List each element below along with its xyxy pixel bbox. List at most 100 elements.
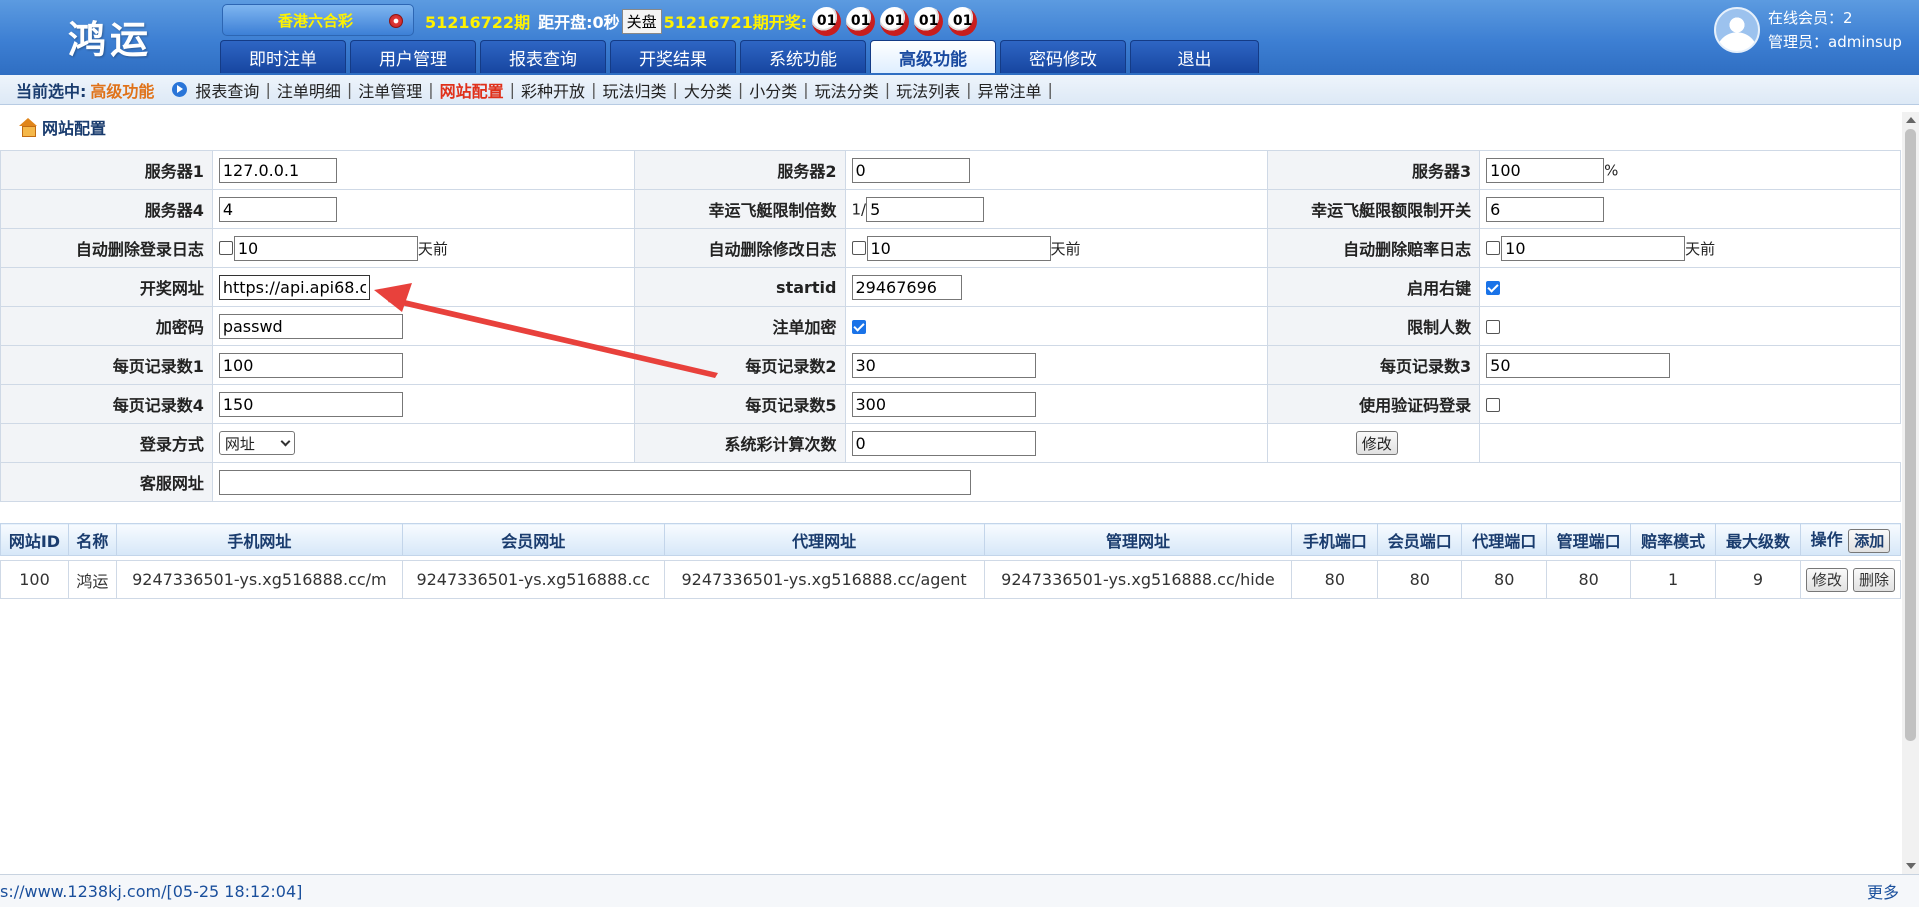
closed-button[interactable]: 关盘 <box>621 8 662 34</box>
nav-draw-results[interactable]: 开奖结果 <box>610 40 736 73</box>
per-page4-input[interactable] <box>218 391 403 417</box>
per-page1-input[interactable] <box>218 352 403 378</box>
del-login-label: 自动删除登录日志 <box>0 228 213 268</box>
per-page3-input[interactable] <box>1486 352 1671 378</box>
per-page5-input[interactable] <box>851 391 1036 417</box>
del-modify-input[interactable] <box>866 235 1051 261</box>
pass-label: 加密码 <box>0 306 213 346</box>
pass-input[interactable] <box>218 313 403 339</box>
server4-label: 服务器4 <box>0 189 213 229</box>
more-link[interactable]: 更多 <box>1867 879 1899 903</box>
del-modify-label: 自动删除修改日志 <box>633 228 846 268</box>
add-site-button[interactable]: 添加 <box>1848 528 1891 553</box>
nav-live-bets[interactable]: 即时注单 <box>220 40 346 73</box>
service-url-input[interactable] <box>218 469 971 495</box>
delete-site-button[interactable]: 删除 <box>1853 567 1896 592</box>
del-modify-checkbox[interactable] <box>851 241 866 255</box>
edit-site-button[interactable]: 修改 <box>1805 567 1848 592</box>
draw-url-label: 开奖网址 <box>0 267 213 307</box>
login-mode-select[interactable]: 网址 <box>218 431 295 455</box>
current-selection-label: 当前选中: <box>16 81 87 101</box>
result-ball: 01 <box>880 6 910 36</box>
lottery-tab[interactable]: 香港六合彩 <box>222 4 414 36</box>
sublink-minor-category[interactable]: 小分类 <box>749 78 797 102</box>
config-row: 自动删除登录日志 天前 自动删除修改日志 天前 自动删除赔率日志 天前 <box>0 228 1901 268</box>
per-page4-label: 每页记录数4 <box>0 384 213 424</box>
sub-nav: 当前选中: 高级功能 报表查询 | 注单明细 | 注单管理 | 网站配置 | 彩种开放 |… <box>0 75 1919 105</box>
sublink-lottery-open[interactable]: 彩种开放 <box>521 78 585 102</box>
captcha-checkbox[interactable] <box>1486 398 1501 412</box>
server3-input[interactable] <box>1486 157 1605 183</box>
scrollbar-thumb[interactable] <box>1905 129 1916 741</box>
lucky-switch-input[interactable] <box>1486 196 1605 222</box>
del-login-unit: 天前 <box>417 239 448 258</box>
result-ball: 01 <box>948 6 978 36</box>
config-row: 登录方式 网址 系统彩计算次数 修改 <box>0 423 1901 463</box>
del-modify-unit: 天前 <box>1050 239 1081 258</box>
table-row: 100 鸿运 9247336501-ys.xg516888.cc/m 92473… <box>0 560 1902 599</box>
sublink-major-category[interactable]: 大分类 <box>684 78 732 102</box>
nav-user-management[interactable]: 用户管理 <box>350 40 476 73</box>
limit-people-checkbox[interactable] <box>1486 320 1501 334</box>
server2-label: 服务器2 <box>633 150 846 190</box>
config-row: 服务器1 服务器2 服务器3 % <box>0 150 1901 190</box>
online-members: 在线会员：2 <box>1768 9 1853 27</box>
cell-max-level: 9 <box>1715 560 1801 599</box>
col-site-id: 网站ID <box>0 523 69 556</box>
scroll-up-icon[interactable] <box>1906 117 1916 123</box>
sublink-abnormal-bets[interactable]: 异常注单 <box>977 78 1041 102</box>
chevron-down-icon <box>280 436 291 446</box>
lucky-multiple-label: 幸运飞艇限制倍数 <box>633 189 846 229</box>
server4-input[interactable] <box>218 196 337 222</box>
modify-button[interactable]: 修改 <box>1355 431 1398 455</box>
sublink-play-list[interactable]: 玩法列表 <box>896 78 960 102</box>
draw-url-input[interactable] <box>218 274 370 300</box>
sublink-report-query[interactable]: 报表查询 <box>195 78 259 102</box>
del-login-checkbox[interactable] <box>218 241 233 255</box>
sublink-bet-details[interactable]: 注单明细 <box>277 78 341 102</box>
cell-site-id: 100 <box>0 560 69 599</box>
right-click-checkbox[interactable] <box>1486 281 1501 295</box>
nav-change-password[interactable]: 密码修改 <box>1000 40 1126 73</box>
sublink-play-grouping[interactable]: 玩法归类 <box>602 78 666 102</box>
close-icon[interactable] <box>389 14 403 28</box>
calc-input[interactable] <box>851 430 1036 456</box>
calc-label: 系统彩计算次数 <box>633 423 846 463</box>
startid-input[interactable] <box>851 274 962 300</box>
cell-actions: 修改 删除 <box>1799 560 1902 599</box>
config-row: 服务器4 幸运飞艇限制倍数 1/ 幸运飞艇限额限制开关 <box>0 189 1901 229</box>
sublink-play-category[interactable]: 玩法分类 <box>815 78 879 102</box>
col-mobile-port: 手机端口 <box>1291 523 1379 556</box>
col-member-url: 会员网址 <box>401 523 665 556</box>
lucky-multiple-prefix: 1/ <box>851 200 867 218</box>
sites-table: 网站ID 名称 手机网址 会员网址 代理网址 管理网址 手机端口 会员端口 代理… <box>0 523 1902 599</box>
del-odds-checkbox[interactable] <box>1486 241 1501 255</box>
home-icon <box>18 118 38 137</box>
nav-advanced[interactable]: 高级功能 <box>870 40 996 73</box>
cell-agent-url: 9247336501-ys.xg516888.cc/agent <box>663 560 985 599</box>
previous-period: 51216721期开奖: <box>663 13 808 32</box>
cell-mobile-url: 9247336501-ys.xg516888.cc/m <box>115 560 403 599</box>
result-ball: 01 <box>812 6 842 36</box>
breadcrumb: 网站配置 <box>18 116 106 138</box>
del-odds-label: 自动删除赔率日志 <box>1267 228 1481 268</box>
del-login-input[interactable] <box>233 235 418 261</box>
scroll-down-icon[interactable] <box>1906 863 1916 869</box>
nav-logout[interactable]: 退出 <box>1130 40 1259 73</box>
server2-input[interactable] <box>851 157 970 183</box>
col-admin-url: 管理网址 <box>983 523 1293 556</box>
server1-input[interactable] <box>218 157 337 183</box>
sublink-site-config[interactable]: 网站配置 <box>440 78 504 102</box>
user-box: 在线会员：2 管理员：adminsup <box>1714 5 1902 55</box>
nav-system[interactable]: 系统功能 <box>740 40 866 73</box>
bet-encrypt-checkbox[interactable] <box>851 320 866 334</box>
nav-reports[interactable]: 报表查询 <box>480 40 606 73</box>
play-icon <box>172 82 188 97</box>
vertical-scrollbar[interactable] <box>1902 112 1919 874</box>
del-odds-input[interactable] <box>1501 235 1686 261</box>
per-page2-input[interactable] <box>851 352 1036 378</box>
col-admin-port: 管理端口 <box>1546 523 1632 556</box>
sublink-bet-management[interactable]: 注单管理 <box>358 78 422 102</box>
lucky-multiple-input[interactable] <box>866 196 985 222</box>
footer-url[interactable]: s://www.1238kj.com/[05-25 18:12:04] <box>0 882 302 901</box>
